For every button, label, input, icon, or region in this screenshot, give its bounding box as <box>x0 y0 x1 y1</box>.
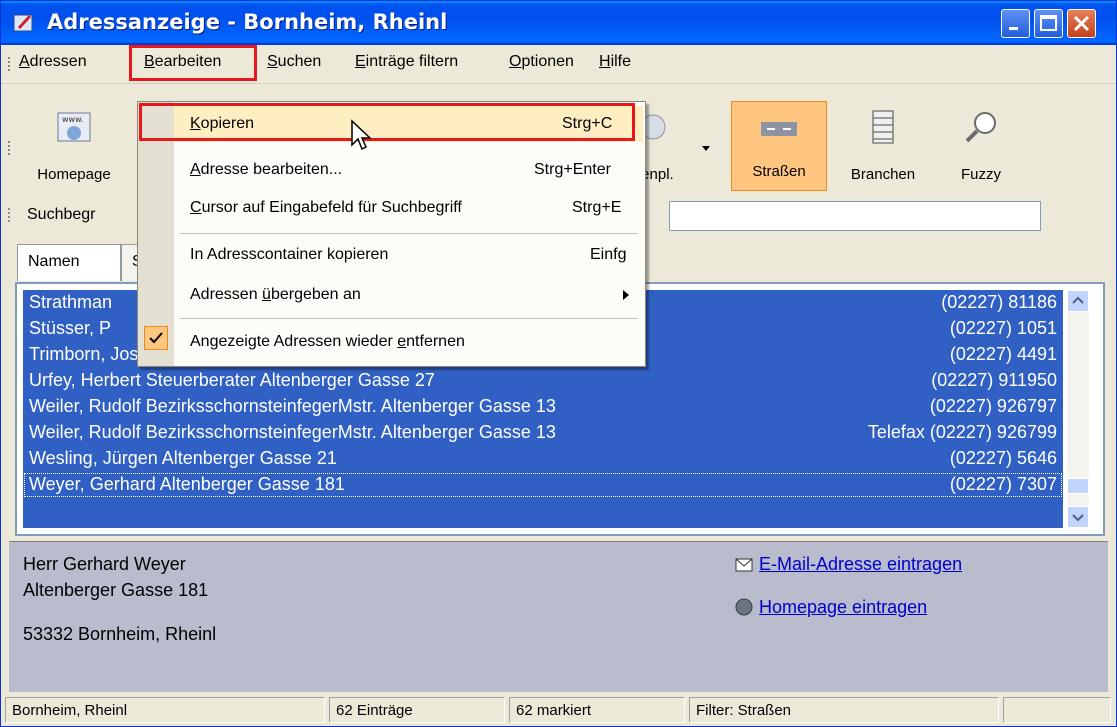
kopieren-highlight <box>139 103 635 141</box>
menu-optionen[interactable]: Optionen <box>509 53 574 71</box>
menuitem-adresscontainer[interactable]: In Adresscontainer kopieren Einfg <box>174 237 643 273</box>
list-row[interactable]: Wesling, Jürgen Altenberger Gasse 21 (022… <box>23 446 1063 472</box>
menu-suchen[interactable]: Suchen <box>267 53 321 71</box>
globe-icon: www. <box>57 112 91 142</box>
window-title: Adressanzeige - Bornheim, Rheinl <box>47 10 448 34</box>
menuitem-adresse-bearbeiten[interactable]: Adresse bearbeiten... Strg+Enter <box>174 152 643 188</box>
app-icon <box>13 14 33 32</box>
tab-namen[interactable]: Namen <box>17 244 121 281</box>
list-row[interactable]: Urfey, Herbert Steuerberater Altenberger… <box>23 368 1063 394</box>
list-row-focused[interactable]: Weyer, Gerhard Altenberger Gasse 181 (022… <box>23 472 1063 498</box>
fuzzy-search-icon <box>965 112 996 143</box>
searchbar-grip[interactable] <box>8 208 13 222</box>
minimize-button[interactable] <box>1001 9 1030 38</box>
checkmark-box <box>144 326 168 350</box>
status-filter: Filter: Straßen <box>689 697 999 723</box>
svg-text:www.: www. <box>62 115 83 124</box>
close-button[interactable] <box>1067 9 1096 38</box>
building-icon <box>872 110 894 144</box>
menu-separator <box>180 318 638 319</box>
detail-name: Herr Gerhard Weyer <box>23 554 186 574</box>
detail-city: 53332 Bornheim, Rheinl <box>23 624 217 644</box>
status-marked: 62 markiert <box>509 697 685 723</box>
app-window: Adressanzeige - Bornheim, Rheinl Adresse… <box>0 0 1117 727</box>
dropdown-arrow-icon[interactable] <box>701 145 711 153</box>
maximize-button[interactable] <box>1034 9 1063 38</box>
street-icon <box>761 122 797 136</box>
fuzzy-button[interactable]: Fuzzy <box>941 101 1021 193</box>
menuitem-adressen-uebergeben[interactable]: Adressen übergeben an <box>174 277 643 313</box>
vertical-scrollbar[interactable] <box>1067 290 1089 528</box>
status-entries: 62 Einträge <box>329 697 505 723</box>
menu-hilfe[interactable]: Hilfe <box>599 53 631 71</box>
menu-bar: Adressen Bearbeiten Suchen Einträge filt… <box>1 45 1116 101</box>
scroll-down-button[interactable] <box>1067 506 1089 528</box>
globe-icon <box>735 598 753 616</box>
status-extra <box>1003 697 1111 723</box>
search-input[interactable] <box>669 201 1041 231</box>
title-bar[interactable]: Adressanzeige - Bornheim, Rheinl <box>1 1 1116 45</box>
chevron-up-icon <box>1072 296 1084 304</box>
list-row[interactable]: Weiler, Rudolf BezirksschornsteinfegerMs… <box>23 420 1063 446</box>
homepage-link[interactable]: Homepage eintragen <box>759 597 927 618</box>
branchen-button[interactable]: Branchen <box>833 101 933 193</box>
status-city: Bornheim, Rheinl <box>5 697 325 723</box>
submenu-arrow-icon <box>623 290 629 300</box>
check-icon <box>149 332 163 344</box>
mail-icon <box>735 558 753 572</box>
strassen-button[interactable]: Straßen <box>731 101 827 191</box>
homepage-button[interactable]: www. Homepage <box>19 101 129 193</box>
email-link[interactable]: E-Mail-Adresse eintragen <box>759 554 962 575</box>
details-panel: Herr Gerhard Weyer Altenberger Gasse 181… <box>9 541 1108 692</box>
toolbar-grip[interactable] <box>8 141 13 155</box>
status-bar: Bornheim, Rheinl 62 Einträge 62 markiert… <box>1 693 1116 726</box>
menu-separator <box>180 233 638 234</box>
mouse-cursor-icon <box>351 119 372 151</box>
chevron-down-icon <box>1072 514 1084 522</box>
menubar-grip[interactable] <box>8 57 13 71</box>
bearbeiten-highlight <box>129 45 257 81</box>
detail-street: Altenberger Gasse 181 <box>23 580 209 600</box>
menuitem-cursor-eingabefeld[interactable]: Cursor auf Eingabefeld für Suchbegriff S… <box>174 190 643 226</box>
scroll-up-button[interactable] <box>1067 290 1089 312</box>
close-icon <box>1073 15 1090 32</box>
minimize-icon <box>1009 27 1018 30</box>
menu-eintraege-filtern[interactable]: Einträge filtern <box>355 53 458 71</box>
maximize-icon <box>1040 15 1057 31</box>
menu-adressen[interactable]: Adressen <box>19 53 87 71</box>
scroll-thumb[interactable] <box>1067 478 1089 494</box>
list-row[interactable]: Weiler, Rudolf BezirksschornsteinfegerMs… <box>23 394 1063 420</box>
menuitem-adressen-entfernen[interactable]: Angezeigte Adressen wieder entfernen <box>174 324 643 360</box>
